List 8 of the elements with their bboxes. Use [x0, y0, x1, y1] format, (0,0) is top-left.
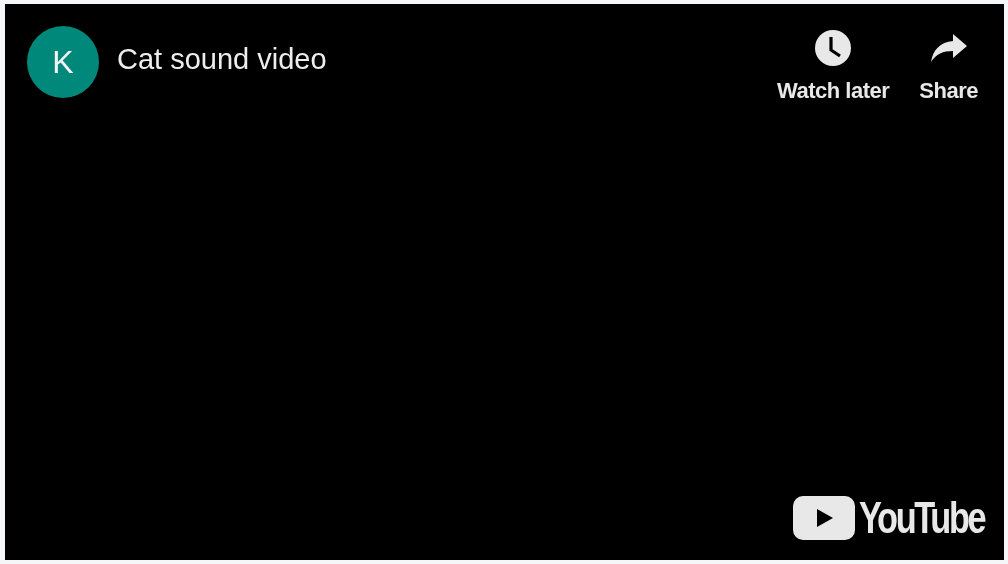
- youtube-logo[interactable]: YouTube: [793, 496, 984, 540]
- play-icon: [793, 496, 856, 540]
- share-button[interactable]: Share: [919, 28, 978, 104]
- clock-icon: [813, 28, 854, 68]
- channel-avatar[interactable]: K: [27, 26, 99, 98]
- video-title[interactable]: Cat sound video: [117, 42, 327, 76]
- watch-later-button[interactable]: Watch later: [777, 28, 890, 104]
- video-player[interactable]: K Cat sound video Watch later Share YouTube: [5, 4, 1004, 560]
